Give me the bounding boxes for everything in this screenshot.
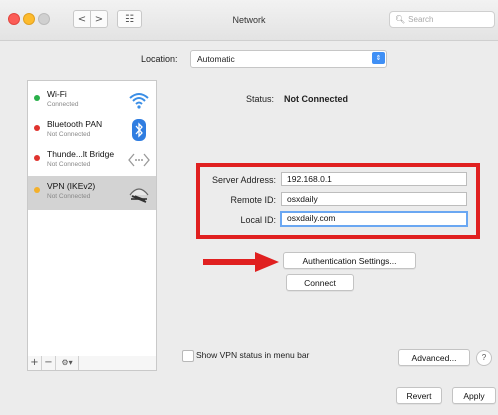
remove-service-button[interactable]: − xyxy=(42,356,56,370)
revert-button[interactable]: Revert xyxy=(396,387,442,404)
location-select[interactable]: Automatic ⇕ xyxy=(190,50,387,68)
show-vpn-status-checkbox[interactable] xyxy=(182,350,194,362)
search-icon: 🔍︎ xyxy=(395,15,406,24)
service-status: Not Connected xyxy=(47,161,91,168)
status-label: Status: xyxy=(246,94,275,104)
wifi-icon xyxy=(128,89,150,111)
authentication-settings-button[interactable]: Authentication Settings... xyxy=(283,252,416,269)
location-value: Automatic xyxy=(197,54,235,64)
help-button[interactable]: ? xyxy=(476,350,492,366)
advanced-button[interactable]: Advanced... xyxy=(398,349,470,366)
status-dot-red xyxy=(34,155,40,161)
status-value: Not Connected xyxy=(284,94,348,104)
service-status: Not Connected xyxy=(47,131,91,138)
apply-button[interactable]: Apply xyxy=(452,387,496,404)
service-name: Bluetooth PAN xyxy=(47,119,103,129)
connect-button[interactable]: Connect xyxy=(286,274,354,291)
vpn-icon xyxy=(128,181,150,203)
service-name: VPN (IKEv2) xyxy=(47,181,96,191)
service-name: Wi-Fi xyxy=(47,89,67,99)
window-titlebar: < > ☷ Network 🔍︎ Search xyxy=(0,0,498,41)
bluetooth-icon xyxy=(128,119,150,141)
highlight-box xyxy=(196,163,480,239)
search-field[interactable]: 🔍︎ Search xyxy=(389,11,495,28)
service-status: Not Connected xyxy=(47,193,91,200)
location-label: Location: xyxy=(141,54,178,64)
service-item-wifi[interactable]: Wi-Fi Connected xyxy=(28,84,156,118)
search-placeholder: Search xyxy=(408,15,434,24)
thunderbolt-bridge-icon xyxy=(128,149,150,171)
service-item-thunderbolt-bridge[interactable]: Thunde...lt Bridge Not Connected xyxy=(28,144,156,178)
arrow-right-icon xyxy=(203,252,279,274)
show-vpn-status-label: Show VPN status in menu bar xyxy=(196,350,310,360)
service-item-vpn[interactable]: VPN (IKEv2) Not Connected xyxy=(28,176,156,210)
service-name: Thunde...lt Bridge xyxy=(47,149,115,159)
status-dot-yellow xyxy=(34,187,40,193)
add-service-button[interactable]: + xyxy=(28,356,42,370)
chevron-updown-icon: ⇕ xyxy=(372,52,385,64)
status-dot-red xyxy=(34,125,40,131)
status-dot-green xyxy=(34,95,40,101)
services-list: Wi-Fi Connected Bluetooth PAN Not Connec… xyxy=(27,80,157,357)
service-status: Connected xyxy=(47,101,79,108)
services-list-toolbar: + − ⚙▾ xyxy=(27,356,157,371)
gear-icon[interactable]: ⚙▾ xyxy=(56,356,79,370)
service-item-bluetooth-pan[interactable]: Bluetooth PAN Not Connected xyxy=(28,114,156,148)
